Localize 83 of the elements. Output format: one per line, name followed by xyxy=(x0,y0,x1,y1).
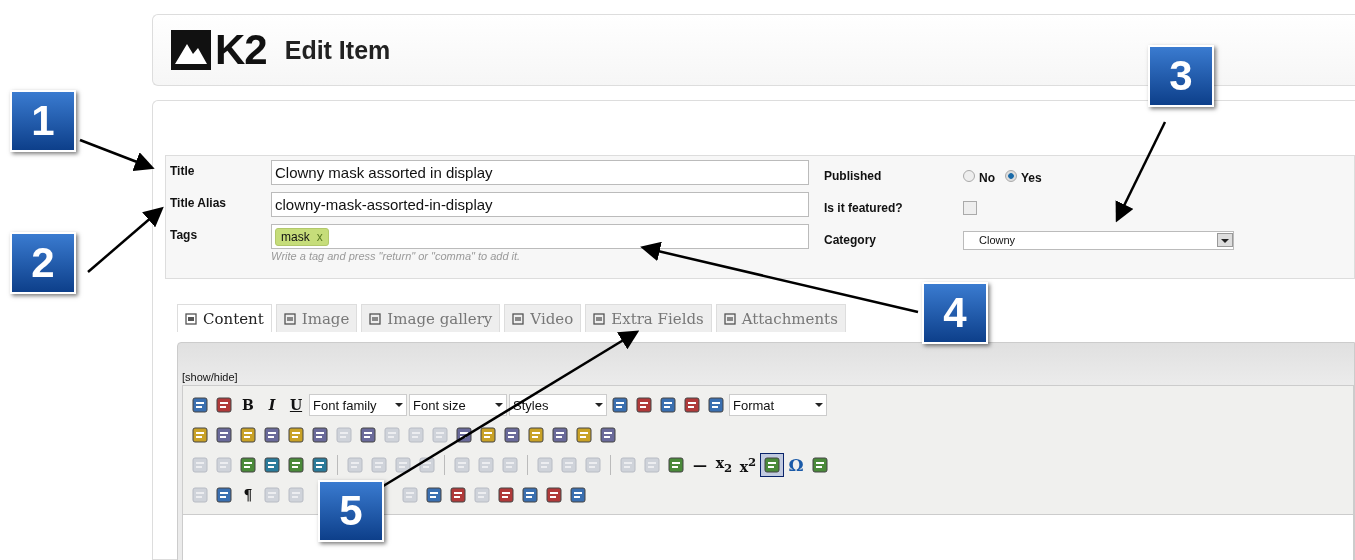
tool-icon[interactable] xyxy=(189,394,211,416)
format-button[interactable]: I xyxy=(261,397,283,413)
tab[interactable]: Content xyxy=(177,304,272,332)
tool-icon[interactable] xyxy=(447,484,469,506)
caret-icon xyxy=(495,403,503,407)
caret-icon xyxy=(395,403,403,407)
tool-icon[interactable] xyxy=(633,394,655,416)
format-button[interactable]: U xyxy=(285,397,307,413)
tool-icon[interactable] xyxy=(357,424,379,446)
format-button[interactable]: B xyxy=(237,397,259,413)
category-dropdown[interactable]: Clowny xyxy=(963,230,1234,250)
tab-icon xyxy=(283,312,296,325)
number-callout: 1 xyxy=(10,90,76,152)
format-button[interactable]: x$_{2}$ xyxy=(713,455,735,475)
alias-field[interactable]: clowny-mask-assorted-in-display xyxy=(271,192,809,217)
tab-icon xyxy=(369,312,382,325)
radio-button[interactable] xyxy=(963,170,975,182)
tag-label: mask xyxy=(281,229,310,244)
tab-icon xyxy=(723,312,736,325)
tool-icon[interactable] xyxy=(261,454,283,476)
tool-icon[interactable] xyxy=(549,424,571,446)
tool-icon[interactable] xyxy=(477,424,499,446)
page-title: Edit Item xyxy=(284,35,391,65)
tab-icon xyxy=(185,312,197,325)
featured-checkbox[interactable] xyxy=(963,201,977,215)
number-callout: 4 xyxy=(922,282,988,344)
show-hide-link[interactable]: [show/hide] xyxy=(182,371,1354,383)
toolbar-dropdown[interactable]: Font family xyxy=(309,394,407,416)
tool-icon[interactable] xyxy=(761,454,783,476)
tool-icon[interactable] xyxy=(285,454,307,476)
tab[interactable]: Extra Fields xyxy=(585,304,712,332)
tool-icon[interactable] xyxy=(237,454,259,476)
tool-icon[interactable] xyxy=(657,394,679,416)
tool-icon[interactable] xyxy=(705,394,727,416)
tool-icon[interactable] xyxy=(309,424,331,446)
format-button[interactable]: ¶ xyxy=(237,487,259,503)
tool-icon[interactable] xyxy=(213,424,235,446)
tab[interactable]: Attachments xyxy=(715,304,846,332)
format-button[interactable]: — xyxy=(689,457,711,473)
tool-icon[interactable] xyxy=(213,394,235,416)
field-label: Is it featured? xyxy=(824,201,904,215)
tab-icon xyxy=(593,312,606,325)
logo-text: K2 xyxy=(215,26,267,74)
tool-icon[interactable] xyxy=(309,454,331,476)
field-label: Title xyxy=(170,163,196,178)
tags-hint: Write a tag and press "return" or "comma" to add it. xyxy=(271,250,522,262)
tab-icon xyxy=(512,312,525,325)
toolbar-dropdown[interactable]: Format xyxy=(729,394,827,416)
tool-icon[interactable] xyxy=(501,424,523,446)
field-label: Category xyxy=(824,233,877,247)
tags-field[interactable]: mask x xyxy=(271,224,809,249)
tool-icon[interactable] xyxy=(567,484,589,506)
number-callout: 3 xyxy=(1148,45,1214,107)
tool-icon[interactable] xyxy=(597,424,619,446)
tool-icon[interactable] xyxy=(213,484,235,506)
tool-icon[interactable] xyxy=(423,484,445,506)
tab[interactable]: Image xyxy=(275,304,358,332)
format-button[interactable]: x$^{2}$ xyxy=(737,455,759,475)
tool-icon[interactable] xyxy=(609,394,631,416)
radio-label: No xyxy=(979,171,995,185)
tool-icon[interactable] xyxy=(261,424,283,446)
caret-icon xyxy=(815,403,823,407)
tool-icon[interactable] xyxy=(681,394,703,416)
radio-label: Yes xyxy=(1021,171,1042,185)
toolbar-dropdown[interactable]: Font size xyxy=(409,394,507,416)
field-label: Tags xyxy=(170,227,199,242)
number-callout: 2 xyxy=(10,232,76,294)
format-button[interactable]: Ω xyxy=(785,455,807,475)
tool-icon[interactable] xyxy=(495,484,517,506)
tool-icon[interactable] xyxy=(519,484,541,506)
caret-icon xyxy=(595,403,603,407)
tool-icon[interactable] xyxy=(543,484,565,506)
radio-button[interactable] xyxy=(1005,170,1017,182)
tool-icon[interactable] xyxy=(665,454,687,476)
toolbar-dropdown[interactable]: Styles xyxy=(509,394,607,416)
title-field[interactable]: Clowny mask assorted in display xyxy=(271,160,809,185)
tool-icon[interactable] xyxy=(809,454,831,476)
number-callout: 5 xyxy=(318,480,384,542)
tab[interactable]: Video xyxy=(504,304,582,332)
tab[interactable]: Image gallery xyxy=(361,304,501,332)
field-label: Published xyxy=(824,169,883,183)
field-label: Title Alias xyxy=(170,195,228,210)
mountain-logo-icon xyxy=(171,30,211,70)
